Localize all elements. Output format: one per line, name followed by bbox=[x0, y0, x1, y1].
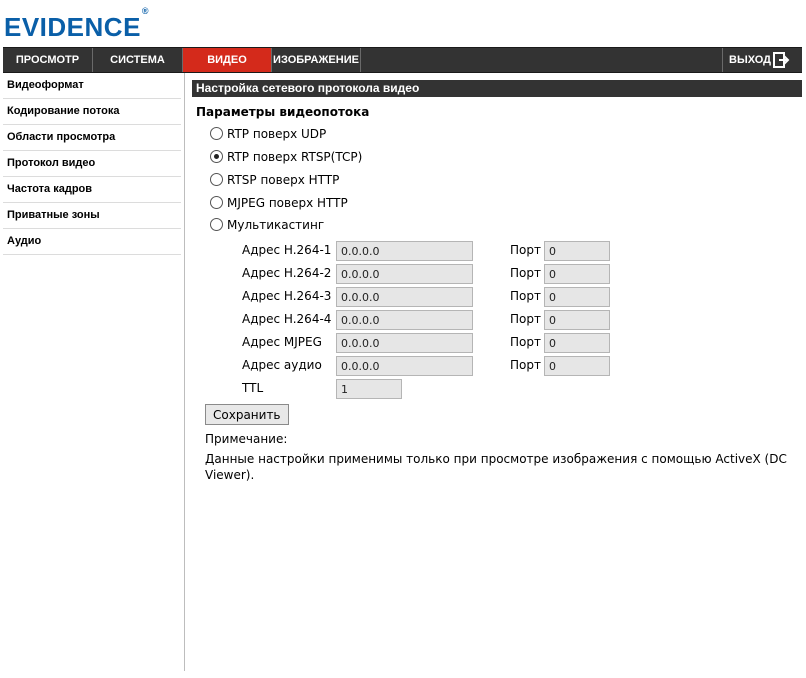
radio-button[interactable] bbox=[210, 173, 223, 186]
port-label: Порт bbox=[510, 243, 541, 257]
address-h264-3-label: Адрес H.264-3 bbox=[242, 289, 332, 303]
evidence-logo: EVIDENCE® bbox=[4, 6, 149, 43]
port-label: Порт bbox=[510, 335, 541, 349]
protocol-label: Мультикастинг bbox=[227, 218, 325, 232]
protocol-label: RTP поверх UDP bbox=[227, 127, 327, 141]
tab-system[interactable]: СИСТЕМА bbox=[93, 48, 183, 72]
ttl-label: TTL bbox=[242, 381, 264, 395]
section-title: Настройка сетевого протокола видео bbox=[192, 80, 802, 97]
port-mjpeg-input[interactable] bbox=[544, 333, 610, 353]
tab-image[interactable]: ИЗОБРАЖЕНИЕ bbox=[272, 48, 361, 72]
address-h264-1-label: Адрес H.264-1 bbox=[242, 243, 332, 257]
sidebar-item-video-format[interactable]: Видеоформат bbox=[3, 73, 181, 99]
radio-button[interactable] bbox=[210, 196, 223, 209]
logout-button[interactable]: ВЫХОД bbox=[722, 48, 802, 72]
address-h264-2-input[interactable] bbox=[336, 264, 473, 284]
address-h264-1-input[interactable] bbox=[336, 241, 473, 261]
protocol-option-multicast[interactable]: Мультикастинг bbox=[210, 217, 324, 233]
protocol-option-rtsp-http[interactable]: RTSP поверх HTTP bbox=[210, 172, 339, 188]
port-audio-input[interactable] bbox=[544, 356, 610, 376]
radio-button-checked[interactable] bbox=[210, 150, 223, 163]
sidebar: Видеоформат Кодирование потока Области п… bbox=[3, 73, 185, 671]
port-h264-3-input[interactable] bbox=[544, 287, 610, 307]
port-h264-1-input[interactable] bbox=[544, 241, 610, 261]
logo-text: EVIDENCE bbox=[4, 12, 141, 42]
radio-button[interactable] bbox=[210, 218, 223, 231]
stream-params-heading: Параметры видеопотока bbox=[196, 105, 370, 119]
main-content: Настройка сетевого протокола видео Парам… bbox=[192, 80, 802, 482]
save-button[interactable]: Сохранить bbox=[205, 404, 289, 425]
protocol-label: RTP поверх RTSP(TCP) bbox=[227, 150, 363, 164]
address-h264-4-input[interactable] bbox=[336, 310, 473, 330]
port-label: Порт bbox=[510, 289, 541, 303]
address-audio-label: Адрес аудио bbox=[242, 358, 322, 372]
address-audio-input[interactable] bbox=[336, 356, 473, 376]
registered-mark: ® bbox=[141, 6, 150, 17]
address-mjpeg-label: Адрес MJPEG bbox=[242, 335, 322, 349]
sidebar-item-stream-encoding[interactable]: Кодирование потока bbox=[3, 99, 181, 125]
note-text: Данные настройки применимы только при пр… bbox=[205, 452, 787, 482]
sidebar-item-video-protocol[interactable]: Протокол видео bbox=[3, 151, 181, 177]
radio-button[interactable] bbox=[210, 127, 223, 140]
exit-icon bbox=[773, 52, 790, 68]
sidebar-item-audio[interactable]: Аудио bbox=[3, 229, 181, 255]
sidebar-item-frame-rate[interactable]: Частота кадров bbox=[3, 177, 181, 203]
protocol-option-rtp-rtsp[interactable]: RTP поверх RTSP(TCP) bbox=[210, 149, 362, 165]
port-h264-2-input[interactable] bbox=[544, 264, 610, 284]
tab-video[interactable]: ВИДЕО bbox=[183, 48, 272, 72]
tab-view[interactable]: ПРОСМОТР bbox=[3, 48, 93, 72]
protocol-option-rtp-udp[interactable]: RTP поверх UDP bbox=[210, 126, 326, 142]
address-mjpeg-input[interactable] bbox=[336, 333, 473, 353]
port-h264-4-input[interactable] bbox=[544, 310, 610, 330]
address-h264-2-label: Адрес H.264-2 bbox=[242, 266, 332, 280]
sidebar-item-privacy-zones[interactable]: Приватные зоны bbox=[3, 203, 181, 229]
port-label: Порт bbox=[510, 312, 541, 326]
ttl-input[interactable] bbox=[336, 379, 402, 399]
protocol-label: RTSP поверх HTTP bbox=[227, 173, 340, 187]
port-label: Порт bbox=[510, 266, 541, 280]
logout-label: ВЫХОД bbox=[729, 54, 772, 66]
address-h264-3-input[interactable] bbox=[336, 287, 473, 307]
sidebar-item-view-areas[interactable]: Области просмотра bbox=[3, 125, 181, 151]
top-navigation: ПРОСМОТР СИСТЕМА ВИДЕО ИЗОБРАЖЕНИЕ ВЫХОД bbox=[3, 47, 802, 73]
note-label: Примечание: bbox=[205, 432, 288, 446]
protocol-label: MJPEG поверх HTTP bbox=[227, 196, 348, 210]
protocol-option-mjpeg-http[interactable]: MJPEG поверх HTTP bbox=[210, 195, 348, 211]
address-h264-4-label: Адрес H.264-4 bbox=[242, 312, 332, 326]
port-label: Порт bbox=[510, 358, 541, 372]
